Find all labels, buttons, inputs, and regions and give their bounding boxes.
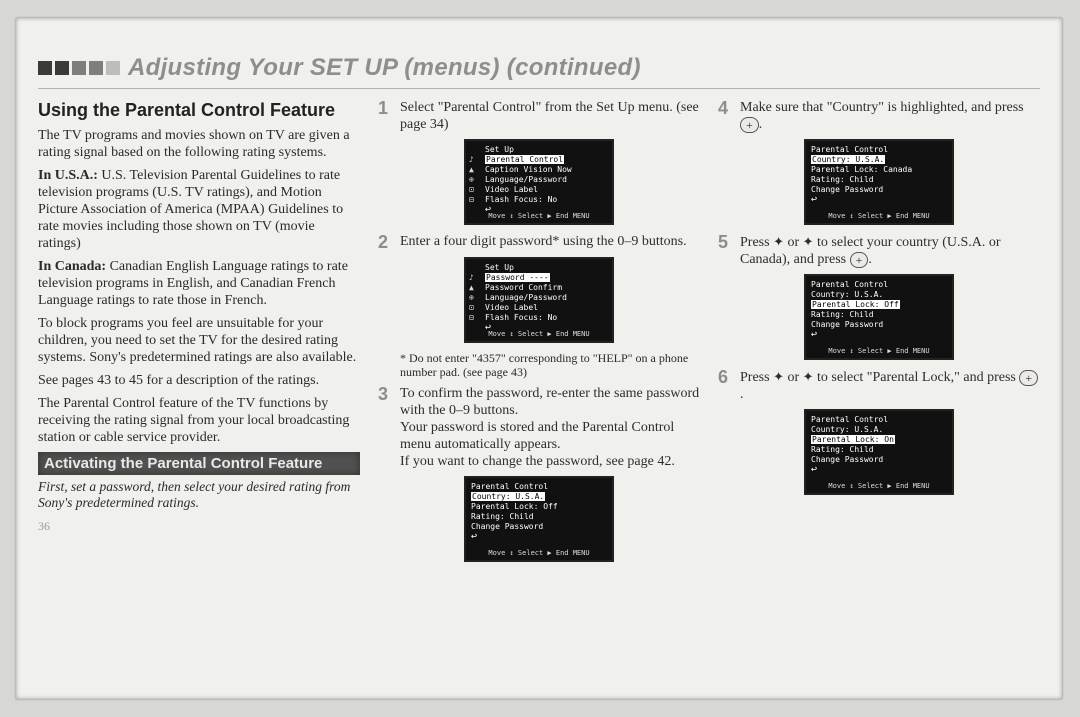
step-3: 3 To confirm the password, re-enter the … (378, 385, 700, 470)
osd-screenshot-5: Parental Control Country: U.S.A. Parenta… (804, 274, 954, 360)
paragraph: The Parental Control feature of the TV f… (38, 395, 360, 446)
up-arrow-icon: ✦ (773, 234, 784, 249)
step-number: 2 (378, 233, 392, 251)
plus-button-icon: + (740, 117, 759, 133)
osd-screenshot-6: Parental Control Country: U.S.A. Parenta… (804, 409, 954, 495)
step-text: Press ✦ or ✦ to select "Parental Lock," … (740, 368, 1040, 403)
page-title: Adjusting Your SET UP (menus) (continued… (128, 54, 641, 82)
down-arrow-icon: ✦ (803, 234, 814, 249)
step-text: Select "Parental Control" from the Set U… (400, 99, 700, 133)
header-ornament (38, 61, 120, 75)
header: Adjusting Your SET UP (menus) (continued… (38, 54, 1040, 82)
step-4: 4 Make sure that "Country" is highlighte… (718, 99, 1040, 133)
step-1: 1 Select "Parental Control" from the Set… (378, 99, 700, 133)
paragraph: In Canada: Canadian English Language rat… (38, 258, 360, 309)
step-2: 2 Enter a four digit password* using the… (378, 233, 700, 251)
sub-section-heading: Activating the Parental Control Feature (38, 452, 360, 475)
paragraph: In U.S.A.: U.S. Television Parental Guid… (38, 167, 360, 252)
lead-label: In Canada: (38, 259, 106, 274)
step-5: 5 Press ✦ or ✦ to select your country (U… (718, 233, 1040, 268)
osd-screenshot-4: Parental Control Country: U.S.A. Parenta… (804, 139, 954, 225)
paragraph: The TV programs and movies shown on TV a… (38, 127, 360, 161)
column-middle: 1 Select "Parental Control" from the Set… (378, 99, 700, 570)
osd-screenshot-2: ♪▲⊕⊡⊟ Set Up Password ---- Password Conf… (464, 257, 614, 343)
up-arrow-icon: ✦ (773, 369, 784, 384)
step-text: Press ✦ or ✦ to select your country (U.S… (740, 233, 1040, 268)
step-text: To confirm the password, re-enter the sa… (400, 385, 700, 470)
column-right: 4 Make sure that "Country" is highlighte… (718, 99, 1040, 570)
plus-button-icon: + (850, 252, 869, 268)
footnote: * Do not enter "4357" corresponding to "… (400, 351, 700, 379)
step-number: 5 (718, 233, 732, 268)
step-number: 4 (718, 99, 732, 133)
column-left: Using the Parental Control Feature The T… (38, 99, 360, 570)
section-heading: Using the Parental Control Feature (38, 99, 360, 121)
step-text: Make sure that "Country" is highlighted,… (740, 99, 1040, 133)
step-number: 1 (378, 99, 392, 133)
page-number: 36 (38, 519, 360, 534)
osd-screenshot-3: Parental Control Country: U.S.A. Parenta… (464, 476, 614, 562)
osd-screenshot-1: ♪▲⊕⊡⊟ Set Up Parental Control Caption Vi… (464, 139, 614, 225)
intro-text: First, set a password, then select your … (38, 479, 360, 511)
step-number: 6 (718, 368, 732, 403)
divider (38, 88, 1040, 89)
paragraph: To block programs you feel are unsuitabl… (38, 315, 360, 366)
plus-button-icon: + (1019, 370, 1038, 386)
paragraph: See pages 43 to 45 for a description of … (38, 372, 360, 389)
down-arrow-icon: ✦ (803, 369, 814, 384)
lead-label: In U.S.A.: (38, 168, 98, 183)
step-6: 6 Press ✦ or ✦ to select "Parental Lock,… (718, 368, 1040, 403)
step-number: 3 (378, 385, 392, 470)
step-text: Enter a four digit password* using the 0… (400, 233, 687, 251)
